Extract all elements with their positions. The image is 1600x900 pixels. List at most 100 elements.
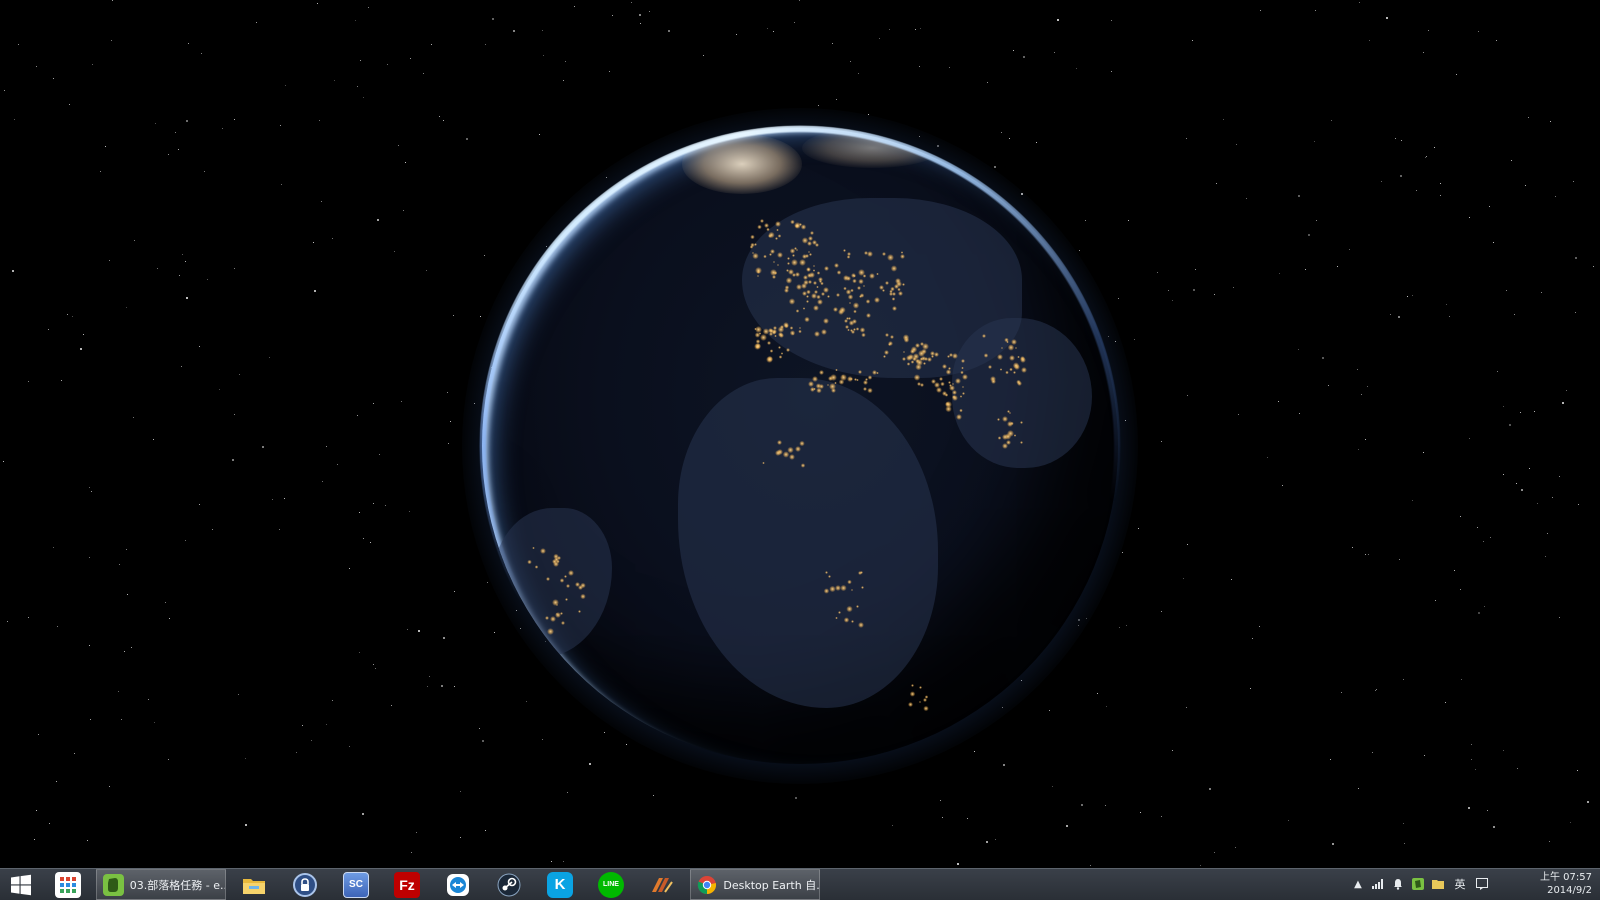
star (1125, 625, 1127, 627)
star (1527, 117, 1529, 119)
star (1394, 137, 1396, 139)
chevron-up-icon[interactable]: ▲ (1352, 878, 1364, 890)
star (1517, 768, 1519, 770)
star (1460, 678, 1462, 680)
star (1288, 820, 1290, 822)
screen-capture-button[interactable]: SC (332, 869, 380, 900)
star (1066, 824, 1069, 827)
star (79, 348, 82, 351)
star (1375, 689, 1377, 691)
star (541, 29, 543, 31)
star (1592, 266, 1594, 268)
start-button[interactable] (0, 869, 42, 900)
network-signal-icon[interactable] (1372, 878, 1384, 890)
star (1508, 423, 1511, 426)
star (71, 315, 73, 317)
star (1492, 825, 1495, 828)
star (109, 260, 111, 261)
ime-indicator[interactable]: 英 (1454, 878, 1466, 891)
star (1489, 536, 1491, 538)
star (543, 54, 545, 56)
star (428, 675, 430, 677)
line-button[interactable]: LINE (587, 869, 635, 900)
star (1258, 626, 1260, 627)
evernote-tray-icon[interactable] (1412, 878, 1424, 890)
star (363, 97, 365, 98)
star (1486, 810, 1488, 812)
editor-button[interactable] (638, 869, 686, 900)
star (1200, 865, 1202, 867)
star (152, 438, 154, 440)
star (402, 210, 404, 212)
star (513, 29, 516, 32)
star (55, 780, 57, 782)
star (878, 37, 880, 39)
star (357, 415, 359, 417)
star (465, 137, 468, 140)
star (798, 0, 800, 2)
star (356, 85, 358, 87)
star (1230, 579, 1232, 581)
star (831, 43, 833, 45)
star (311, 740, 313, 742)
clock[interactable]: 上午 07:57 2014/9/2 (1532, 871, 1592, 897)
desktop[interactable] (0, 0, 1600, 868)
star (1214, 852, 1216, 854)
star (28, 617, 30, 619)
star (1160, 440, 1162, 442)
star (168, 759, 170, 761)
lock-app-button[interactable] (281, 869, 329, 900)
star (111, 40, 113, 42)
file-explorer-button[interactable] (230, 869, 278, 900)
star (132, 417, 134, 419)
star (1051, 786, 1053, 788)
star (1186, 137, 1188, 139)
star (1245, 198, 1247, 200)
star (89, 644, 91, 646)
notification-bell-icon[interactable] (1392, 878, 1404, 890)
filezilla-button[interactable]: Fz (383, 869, 431, 900)
star (418, 629, 421, 632)
star (940, 800, 942, 802)
star (148, 698, 150, 700)
star (1376, 688, 1378, 690)
action-center-icon[interactable] (1476, 878, 1488, 890)
star (1137, 527, 1139, 529)
star (1575, 256, 1578, 259)
apps-grid-button[interactable] (44, 869, 92, 900)
star (359, 652, 361, 654)
star (426, 686, 428, 688)
star (2, 461, 4, 463)
star (212, 529, 214, 531)
star (325, 445, 327, 447)
star (1053, 51, 1055, 53)
kkbox-button[interactable]: K (536, 869, 584, 900)
star (1157, 272, 1159, 274)
star (280, 125, 282, 127)
taskbar-window-evernote[interactable]: 03.部落格任務 - e... (96, 869, 226, 900)
star (181, 254, 183, 255)
star (124, 650, 126, 652)
star (1314, 140, 1316, 142)
star (1566, 389, 1568, 391)
taskbar-window-chrome[interactable]: Desktop Earth 自... (690, 869, 820, 900)
star (631, 2, 633, 4)
star (563, 79, 565, 81)
steam-button[interactable] (485, 869, 533, 900)
star (73, 752, 75, 754)
folder-tray-icon[interactable] (1432, 878, 1444, 890)
star (1475, 768, 1477, 770)
star (33, 838, 35, 840)
evernote-icon (103, 873, 124, 896)
star (1469, 438, 1471, 440)
star (164, 602, 166, 604)
star (358, 511, 360, 513)
star (1484, 606, 1486, 608)
star (1425, 157, 1427, 159)
star (1513, 313, 1515, 315)
star (1534, 411, 1536, 413)
star (422, 72, 424, 74)
star (1371, 751, 1373, 753)
star (1080, 803, 1083, 806)
teamviewer-button[interactable] (434, 869, 482, 900)
